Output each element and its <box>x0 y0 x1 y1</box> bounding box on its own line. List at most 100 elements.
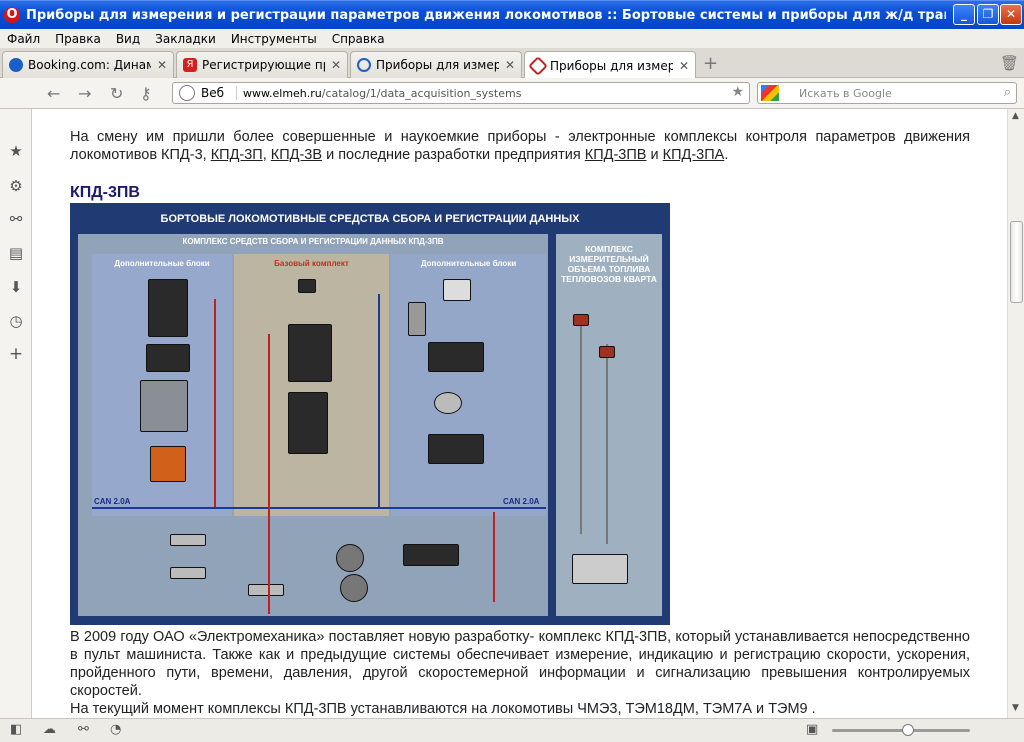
menu-bar: Файл Правка Вид Закладки Инструменты Спр… <box>0 29 1024 48</box>
view-icon[interactable]: ▣ <box>806 722 818 737</box>
col-right-label: Дополнительные блоки <box>420 259 517 268</box>
url-text[interactable]: www.elmeh.ru/catalog/1/data_acquisition_… <box>243 87 521 100</box>
menu-bookmarks[interactable]: Закладки <box>155 32 216 46</box>
section-heading: КПД-3ПВ <box>70 184 140 201</box>
scroll-up-arrow-icon[interactable]: ▲ <box>1012 111 1019 121</box>
opera-logo-icon[interactable]: O <box>4 7 20 23</box>
speed-dial-icon[interactable]: ◔ <box>110 722 121 737</box>
tab-bar: Booking.com: Динамикс ... ✕ Я Регистриру… <box>0 48 1024 79</box>
unite-icon[interactable]: ⚯ <box>78 722 89 737</box>
fuel-sensor-rod <box>606 344 608 544</box>
restore-button[interactable]: ❐ <box>977 4 999 25</box>
downloads-icon[interactable]: ⬇ <box>8 278 24 296</box>
reload-icon[interactable]: ↻ <box>110 84 123 103</box>
device-block <box>434 392 462 414</box>
menu-file[interactable]: Файл <box>7 32 40 46</box>
zoom-slider-knob[interactable] <box>902 724 914 736</box>
tab-label: Booking.com: Динамикс ... <box>28 58 151 72</box>
tab-registering[interactable]: Я Регистрирующие приб... ✕ <box>176 51 348 78</box>
device-block <box>428 342 484 372</box>
bookmark-star-icon[interactable]: ★ <box>731 84 744 100</box>
new-tab-plus-icon[interactable]: + <box>703 53 718 74</box>
link-kpd-3p[interactable]: КПД-3П <box>211 147 263 163</box>
zoom-slider[interactable] <box>832 724 970 736</box>
tab-devices-1[interactable]: Приборы для измерени... ✕ <box>350 51 522 78</box>
menu-edit[interactable]: Правка <box>55 32 101 46</box>
intro-paragraph: На смену им пришли более совершенные и н… <box>70 129 970 163</box>
minimize-button[interactable]: _ <box>953 4 975 25</box>
menu-view[interactable]: Вид <box>116 32 140 46</box>
device-block <box>146 344 190 372</box>
col-left-label: Дополнительные блоки <box>114 259 210 268</box>
tab-label: Приборы для измерени... <box>376 58 499 72</box>
device-block <box>599 346 615 358</box>
tab-devices-active[interactable]: Приборы для измерени... ✕ <box>524 51 696 79</box>
scroll-down-arrow-icon[interactable]: ▼ <box>1012 703 1019 713</box>
device-block <box>572 554 628 584</box>
menu-tools[interactable]: Инструменты <box>231 32 317 46</box>
add-panel-plus-icon[interactable]: + <box>8 344 24 364</box>
device-block <box>248 584 284 596</box>
back-arrow-icon[interactable]: ← <box>47 84 60 103</box>
device-block <box>336 544 364 572</box>
side-panel-title: КОМПЛЕКС ИЗМЕРИТЕЛЬНЫЙ ОБЪЕМА ТОПЛИВА ТЕ… <box>561 244 657 284</box>
device-block <box>150 446 186 482</box>
search-box[interactable]: Искать в Google ⌕ <box>757 82 1017 104</box>
navigation-bar: ← → ↻ ⚷ Веб www.elmeh.ru/catalog/1/data_… <box>0 78 1024 109</box>
close-button[interactable]: ✕ <box>1000 4 1022 25</box>
search-magnifier-icon[interactable]: ⌕ <box>1004 85 1011 100</box>
gear-icon[interactable]: ⚙ <box>8 177 24 195</box>
status-bar: ◧ ☁ ⚯ ◔ ▣ <box>0 718 1024 742</box>
web-label: Веб <box>201 86 238 100</box>
close-tab-icon[interactable]: ✕ <box>679 59 689 73</box>
site-favicon-icon <box>528 55 548 76</box>
url-path: /catalog/1/data_acquisition_systems <box>321 86 522 100</box>
globe-favicon-icon <box>9 58 23 72</box>
close-tab-icon[interactable]: ✕ <box>505 58 515 72</box>
history-clock-icon[interactable]: ◷ <box>8 312 24 330</box>
link-kpd-3pa[interactable]: КПД-3ПА <box>663 147 725 163</box>
globe-icon <box>179 85 195 101</box>
device-block <box>443 279 471 301</box>
poster-subtitle: КОМПЛЕКС СРЕДСТВ СБОРА И РЕГИСТРАЦИИ ДАН… <box>182 237 444 246</box>
device-block <box>573 314 589 326</box>
poster-side-panel: КОМПЛЕКС ИЗМЕРИТЕЛЬНЫЙ ОБЪЕМА ТОПЛИВА ТЕ… <box>556 234 662 616</box>
key-icon[interactable]: ⚷ <box>140 84 152 103</box>
close-tab-icon[interactable]: ✕ <box>331 58 341 72</box>
address-bar[interactable]: Веб www.elmeh.ru/catalog/1/data_acquisit… <box>172 82 750 104</box>
system-diagram-image: БОРТОВЫЕ ЛОКОМОТИВНЫЕ СРЕДСТВА СБОРА И Р… <box>70 203 670 625</box>
fuel-sensor-rod <box>580 314 582 534</box>
google-icon[interactable] <box>761 85 779 101</box>
cloud-icon[interactable]: ☁ <box>43 722 56 737</box>
scrollbar-thumb[interactable] <box>1010 221 1023 303</box>
forward-arrow-icon[interactable]: → <box>78 84 91 103</box>
unite-icon[interactable]: ⚯ <box>8 210 24 228</box>
panel-toggle-icon[interactable]: ◧ <box>10 722 22 737</box>
blue-connection-line <box>378 294 380 507</box>
intro-and-text: и <box>650 147 659 163</box>
yandex-favicon-icon: Я <box>183 58 197 72</box>
link-kpd-3v[interactable]: КПД-3В <box>271 147 322 163</box>
can-label-right: CAN 2.0A <box>503 497 540 506</box>
device-block <box>403 544 459 566</box>
close-tab-icon[interactable]: ✕ <box>157 58 167 72</box>
trash-icon[interactable]: 🗑 <box>1000 54 1019 72</box>
bookmarks-star-icon[interactable]: ★ <box>8 142 24 160</box>
notes-icon[interactable]: ▤ <box>8 244 24 262</box>
device-block <box>298 279 316 293</box>
page-content: На смену им пришли более совершенные и н… <box>33 109 1007 718</box>
poster-col-mid: Базовый комплект <box>234 254 389 516</box>
locomotives-paragraph: На текущий момент комплексы КПД-3ПВ уста… <box>70 701 816 717</box>
device-block <box>288 324 332 382</box>
device-block <box>140 380 188 432</box>
tab-label: Регистрирующие приб... <box>202 58 325 72</box>
red-connection-line <box>214 299 216 507</box>
intro-mid-text: и последние разработки предприятия <box>326 147 581 163</box>
menu-help[interactable]: Справка <box>332 32 385 46</box>
description-paragraph: В 2009 году ОАО «Электромеханика» постав… <box>70 629 970 699</box>
link-kpd-3pv[interactable]: КПД-3ПВ <box>585 147 647 163</box>
red-connection-line <box>493 512 495 602</box>
tab-booking[interactable]: Booking.com: Динамикс ... ✕ <box>2 51 174 78</box>
title-bar: O Приборы для измерения и регистрации па… <box>0 0 1024 29</box>
vertical-scrollbar[interactable]: ▲ ▼ <box>1007 109 1024 718</box>
